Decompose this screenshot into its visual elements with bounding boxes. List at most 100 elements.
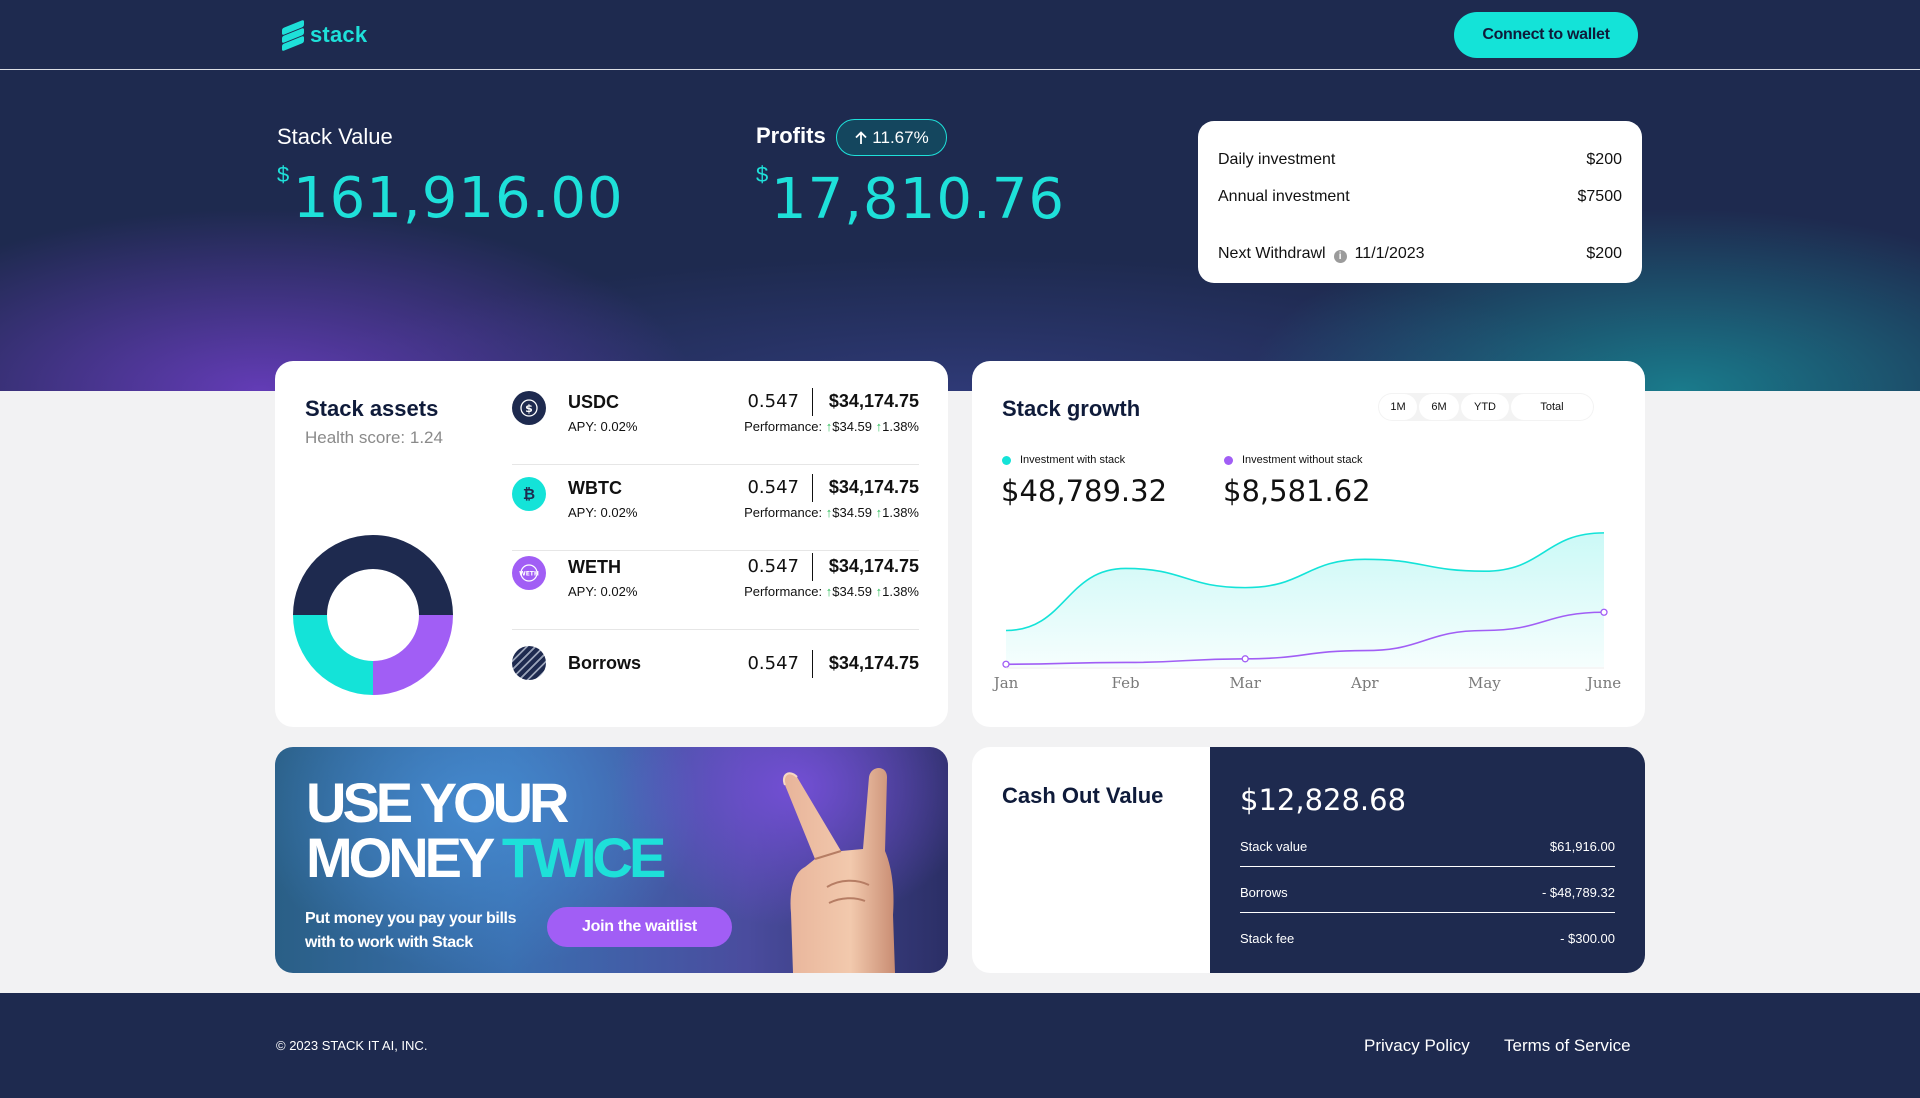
usdc-icon: $ xyxy=(512,391,546,425)
logo[interactable]: stack xyxy=(282,19,368,52)
hero-section: stack Connect to wallet Stack Value $ 16… xyxy=(0,0,1920,391)
allocation-donut-chart xyxy=(293,535,453,695)
terms-of-service-link[interactable]: Terms of Service xyxy=(1504,1036,1631,1056)
cash-out-title: Cash Out Value xyxy=(1002,783,1164,808)
asset-value: $34,174.75 xyxy=(828,556,919,576)
cash-row-value: - $48,789.32 xyxy=(1541,885,1615,900)
cash-row-stack-fee: Stack fee - $300.00 xyxy=(1240,931,1615,946)
data-point[interactable] xyxy=(1241,655,1249,663)
svg-text:WETH: WETH xyxy=(519,571,539,578)
growth-area-chart: Jan Feb Mar Apr May June xyxy=(992,532,1621,692)
asset-quantity: 0.547 xyxy=(747,556,799,577)
divider xyxy=(812,388,813,416)
stack-assets-card: Stack assets Health score: 1.24 $ USDC A… xyxy=(275,361,948,727)
privacy-policy-link[interactable]: Privacy Policy xyxy=(1364,1036,1470,1056)
asset-quantity: 0.547 xyxy=(747,477,799,498)
donut-slice-teal xyxy=(293,615,373,695)
promo-headline: USE YOUR MONEY TWICE xyxy=(306,771,666,886)
asset-row-usdc[interactable]: $ USDC APY: 0.02% 0.547 $34,174.75 Perfo… xyxy=(512,388,919,465)
next-withdrawal-value: $200 xyxy=(1586,245,1622,262)
cash-row-label: Borrows xyxy=(1240,885,1288,900)
profits-change-badge: 11.67% xyxy=(836,119,947,156)
series-area-with-stack xyxy=(1006,532,1604,667)
donut-slice-purple xyxy=(373,615,453,695)
asset-value: $34,174.75 xyxy=(828,391,919,411)
profits-amount: 17,810.76 xyxy=(771,167,1066,232)
asset-quantity: 0.547 xyxy=(747,391,799,412)
investment-summary-card: Daily investment $200 Annual investment … xyxy=(1198,121,1642,283)
stack-growth-card: Stack growth 1M 6M YTD Total Investment … xyxy=(972,361,1645,727)
annual-investment-value: $7500 xyxy=(1577,188,1623,205)
asset-name: Borrows xyxy=(568,653,642,673)
promo-banner: USE YOUR MONEY TWICE Put money you pay y… xyxy=(275,747,948,973)
x-tick-label: Jan xyxy=(992,674,1019,692)
performance-amount: $34.59 xyxy=(832,505,872,520)
divider xyxy=(812,553,813,581)
asset-apy: APY: 0.02% xyxy=(568,584,638,599)
promo-line-2: MONEY TWICE xyxy=(306,830,666,886)
cash-row-value: - $300.00 xyxy=(1560,931,1615,946)
footer: © 2023 STACK IT AI, INC. Privacy Policy … xyxy=(0,993,1920,1098)
asset-name: WBTC xyxy=(568,478,622,498)
daily-investment-label: Daily investment xyxy=(1218,151,1336,168)
asset-performance: Performance: ↑$34.59 ↑1.38% xyxy=(744,419,919,434)
daily-investment-row: Daily investment $200 xyxy=(1218,151,1622,169)
next-withdrawal-group: Next Withdrawl i 11/1/2023 xyxy=(1218,245,1425,263)
bitcoin-icon: ₿ xyxy=(512,477,546,511)
stack-value-label: Stack Value xyxy=(277,124,393,149)
cash-row-label: Stack value xyxy=(1240,839,1308,854)
next-withdrawal-date: 11/1/2023 xyxy=(1354,245,1425,262)
weth-icon: WETH xyxy=(512,556,546,590)
x-tick-label: June xyxy=(1585,674,1621,692)
asset-performance: Performance: ↑$34.59 ↑1.38% xyxy=(744,505,919,520)
stack-value-amount: 161,916.00 xyxy=(293,166,624,231)
divider xyxy=(1240,866,1615,867)
performance-label: Performance: xyxy=(744,505,823,520)
performance-percent: 1.38% xyxy=(882,584,919,599)
asset-row-weth[interactable]: WETH WETH APY: 0.02% 0.547 $34,174.75 Pe… xyxy=(512,553,919,630)
divider xyxy=(812,650,813,678)
x-tick-label: Feb xyxy=(1112,674,1140,692)
asset-quantity: 0.547 xyxy=(747,653,799,674)
daily-investment-value: $200 xyxy=(1586,151,1622,168)
peace-hand-icon xyxy=(783,768,895,973)
annual-investment-row: Annual investment $7500 xyxy=(1218,188,1622,206)
next-withdrawal-label: Next Withdrawl xyxy=(1218,245,1326,262)
stack-value-currency: $ xyxy=(277,162,290,187)
divider xyxy=(1240,912,1615,913)
logo-text: stack xyxy=(310,22,368,47)
arrow-up-icon xyxy=(855,130,867,144)
asset-performance: Performance: ↑$34.59 ↑1.38% xyxy=(744,584,919,599)
donut-slice-dark xyxy=(293,535,453,615)
profits-currency: $ xyxy=(756,162,769,187)
promo-line-2b: TWICE xyxy=(501,826,666,889)
svg-text:$: $ xyxy=(525,402,533,415)
asset-apy: APY: 0.02% xyxy=(568,505,638,520)
asset-value: $34,174.75 xyxy=(828,653,919,673)
stack-logo-icon xyxy=(282,19,304,52)
performance-percent: 1.38% xyxy=(882,505,919,520)
divider xyxy=(812,474,813,502)
x-tick-label: Mar xyxy=(1229,674,1261,692)
data-point[interactable] xyxy=(1002,660,1010,668)
asset-row-wbtc[interactable]: ₿ WBTC APY: 0.02% 0.547 $34,174.75 Perfo… xyxy=(512,474,919,551)
cash-row-value: $61,916.00 xyxy=(1549,839,1615,854)
info-icon[interactable]: i xyxy=(1333,250,1347,263)
join-waitlist-button[interactable]: Join the waitlist xyxy=(547,907,732,947)
data-point[interactable] xyxy=(1600,608,1608,616)
asset-apy: APY: 0.02% xyxy=(568,419,638,434)
borrows-icon xyxy=(512,646,546,680)
performance-percent: 1.38% xyxy=(882,419,919,434)
connect-wallet-button[interactable]: Connect to wallet xyxy=(1454,12,1638,58)
asset-value: $34,174.75 xyxy=(828,477,919,497)
asset-row-borrows[interactable]: Borrows 0.547 $34,174.75 xyxy=(512,646,919,706)
cash-row-stack-value: Stack value $61,916.00 xyxy=(1240,839,1615,854)
copyright: © 2023 STACK IT AI, INC. xyxy=(276,1038,428,1053)
promo-line-1: USE YOUR xyxy=(306,771,569,834)
x-tick-label: May xyxy=(1468,674,1501,692)
stack-assets-title: Stack assets xyxy=(305,396,439,421)
asset-name: USDC xyxy=(568,392,620,412)
performance-amount: $34.59 xyxy=(832,584,872,599)
promo-subtitle: Put money you pay your bills with to wor… xyxy=(305,910,517,951)
profits-change-value: 11.67% xyxy=(872,127,929,147)
